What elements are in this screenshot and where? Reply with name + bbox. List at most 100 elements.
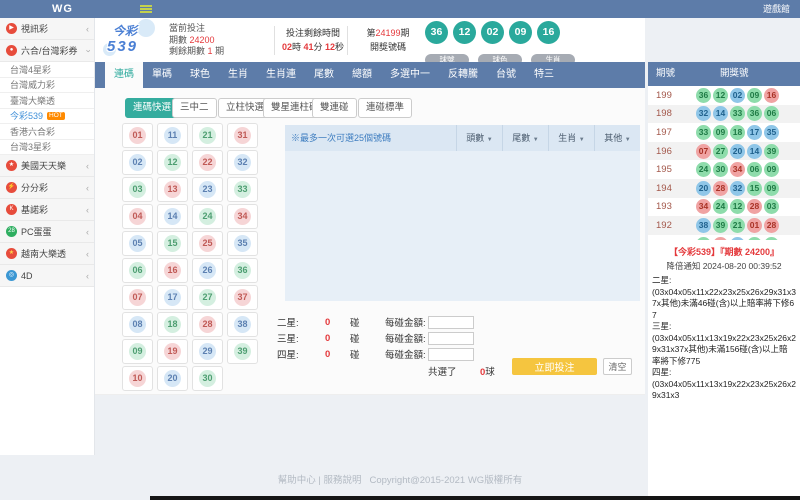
number-cell-35[interactable]: 35 bbox=[227, 231, 258, 256]
result-period: 198 bbox=[656, 108, 696, 119]
amount-input-0[interactable] bbox=[428, 316, 474, 329]
number-cell-38[interactable]: 38 bbox=[227, 312, 258, 337]
play-circle-icon: ▶ bbox=[6, 23, 17, 34]
bet-row-count: 0 bbox=[325, 317, 350, 328]
number-cell-36[interactable]: 36 bbox=[227, 258, 258, 283]
number-cell-15[interactable]: 15 bbox=[157, 231, 188, 256]
result-ball: 24 bbox=[713, 199, 728, 214]
hamburger-menu-icon[interactable] bbox=[140, 5, 152, 13]
number-cell-17[interactable]: 17 bbox=[157, 285, 188, 310]
number-cell-30[interactable]: 30 bbox=[192, 366, 223, 391]
number-cell-37[interactable]: 37 bbox=[227, 285, 258, 310]
sidebar-item-11[interactable]: 28PC蛋蛋‹ bbox=[0, 221, 94, 243]
sidebar-subitem-5[interactable]: 今彩539HOT bbox=[0, 109, 94, 125]
game-header: 今彩 539 當前投注 期數 24200 剩餘期數 1 期 投注剩餘時間 02時… bbox=[95, 18, 645, 62]
number-cell-03[interactable]: 03 bbox=[122, 177, 153, 202]
number-cell-01[interactable]: 01 bbox=[122, 123, 153, 148]
number-cell-04[interactable]: 04 bbox=[122, 204, 153, 229]
number-cell-22[interactable]: 22 bbox=[192, 150, 223, 175]
amount-input-2[interactable] bbox=[428, 348, 474, 361]
quick-select-0[interactable]: 連碼快選 bbox=[125, 98, 179, 118]
logo-text-1: 今彩 bbox=[113, 22, 163, 39]
number-cell-29[interactable]: 29 bbox=[192, 339, 223, 364]
footer-copyright: Copyright@2015-2021 WG版權所有 bbox=[369, 475, 522, 486]
chevron-down-icon: ▼ bbox=[579, 137, 585, 143]
sidebar-subitem-6[interactable]: 香港六合彩 bbox=[0, 124, 94, 140]
number-cell-25[interactable]: 25 bbox=[192, 231, 223, 256]
number-cell-32[interactable]: 32 bbox=[227, 150, 258, 175]
number-cell-16[interactable]: 16 bbox=[157, 258, 188, 283]
dropdown-3[interactable]: 其他 ▼ bbox=[594, 125, 640, 151]
tab-4[interactable]: 生肖連 bbox=[257, 62, 305, 88]
sidebar-item-9[interactable]: ⚡分分彩‹ bbox=[0, 177, 94, 199]
number-cell-28[interactable]: 28 bbox=[192, 312, 223, 337]
result-ball: 35 bbox=[764, 125, 779, 140]
number-cell-33[interactable]: 33 bbox=[227, 177, 258, 202]
number-cell-06[interactable]: 06 bbox=[122, 258, 153, 283]
dropdown-label: 尾數 bbox=[512, 133, 533, 143]
tab-9[interactable]: 台號 bbox=[487, 62, 525, 88]
number-cell-02[interactable]: 02 bbox=[122, 150, 153, 175]
winning-ball: 12 bbox=[453, 21, 476, 44]
place-bet-button[interactable]: 立即投注 bbox=[512, 358, 597, 375]
number-cell-19[interactable]: 19 bbox=[157, 339, 188, 364]
sidebar-item-10[interactable]: K基諾彩‹ bbox=[0, 199, 94, 221]
dropdown-0[interactable]: 頭數 ▼ bbox=[456, 125, 502, 151]
sidebar-item-1[interactable]: ●六合/台灣彩券‹ bbox=[0, 40, 94, 62]
sidebar-subitem-4[interactable]: 臺灣大樂透 bbox=[0, 93, 94, 109]
tab-1[interactable]: 單碼 bbox=[143, 62, 181, 88]
number-cell-13[interactable]: 13 bbox=[157, 177, 188, 202]
number-cell-34[interactable]: 34 bbox=[227, 204, 258, 229]
sidebar-item-12[interactable]: ★越南大樂透‹ bbox=[0, 243, 94, 265]
tab-10[interactable]: 特三 bbox=[525, 62, 563, 88]
sidebar-subitem-3[interactable]: 台灣威力彩 bbox=[0, 78, 94, 94]
quick-select-4[interactable]: 雙連碰 bbox=[312, 98, 357, 118]
result-ball: 16 bbox=[764, 88, 779, 103]
tab-6[interactable]: 總額 bbox=[343, 62, 381, 88]
number-cell-08[interactable]: 08 bbox=[122, 312, 153, 337]
game-hall-link[interactable]: 遊戲館 bbox=[763, 0, 790, 18]
number-cell-12[interactable]: 12 bbox=[157, 150, 188, 175]
result-period: 196 bbox=[656, 146, 696, 157]
sidebar-item-0[interactable]: ▶視訊彩‹ bbox=[0, 18, 94, 40]
number-cell-21[interactable]: 21 bbox=[192, 123, 223, 148]
dropdown-2[interactable]: 生肖 ▼ bbox=[548, 125, 594, 151]
number-cell-09[interactable]: 09 bbox=[122, 339, 153, 364]
number-cell-39[interactable]: 39 bbox=[227, 339, 258, 364]
bet-row-2: 四星:0碰每碰金額: bbox=[277, 346, 507, 362]
tab-2[interactable]: 球色 bbox=[181, 62, 219, 88]
sidebar-item-8[interactable]: ★美國天天樂‹ bbox=[0, 155, 94, 177]
tab-7[interactable]: 多選中一 bbox=[381, 62, 439, 88]
number-cell-11[interactable]: 11 bbox=[157, 123, 188, 148]
tab-0[interactable]: 連碼 bbox=[105, 62, 143, 88]
winning-ball: 09 bbox=[509, 21, 532, 44]
tab-3[interactable]: 生肖 bbox=[219, 62, 257, 88]
quick-select-5[interactable]: 連碰標準 bbox=[358, 98, 412, 118]
number-ball: 31 bbox=[234, 127, 251, 144]
tab-5[interactable]: 尾數 bbox=[305, 62, 343, 88]
dropdown-1[interactable]: 尾數 ▼ bbox=[502, 125, 548, 151]
divider bbox=[274, 26, 275, 55]
sidebar-subitem-7[interactable]: 台灣3星彩 bbox=[0, 140, 94, 156]
number-cell-27[interactable]: 27 bbox=[192, 285, 223, 310]
footer-links[interactable]: 幫助中心 | 服務說明 bbox=[278, 475, 362, 486]
tab-8[interactable]: 反轉騰 bbox=[439, 62, 487, 88]
number-cell-18[interactable]: 18 bbox=[157, 312, 188, 337]
sidebar-item-13[interactable]: ◎4D‹ bbox=[0, 265, 94, 287]
amount-input-1[interactable] bbox=[428, 332, 474, 345]
number-cell-26[interactable]: 26 bbox=[192, 258, 223, 283]
number-cell-05[interactable]: 05 bbox=[122, 231, 153, 256]
result-ball: 34 bbox=[730, 162, 745, 177]
number-cell-31[interactable]: 31 bbox=[227, 123, 258, 148]
number-cell-24[interactable]: 24 bbox=[192, 204, 223, 229]
number-ball: 24 bbox=[199, 208, 216, 225]
number-cell-20[interactable]: 20 bbox=[157, 366, 188, 391]
number-cell-10[interactable]: 10 bbox=[122, 366, 153, 391]
bet-row-label: 二星: bbox=[277, 315, 325, 329]
number-cell-07[interactable]: 07 bbox=[122, 285, 153, 310]
number-cell-23[interactable]: 23 bbox=[192, 177, 223, 202]
sidebar-subitem-2[interactable]: 台灣4星彩 bbox=[0, 62, 94, 78]
clear-button[interactable]: 清空 bbox=[603, 358, 632, 375]
number-cell-14[interactable]: 14 bbox=[157, 204, 188, 229]
quick-select-1[interactable]: 三中二 bbox=[172, 98, 217, 118]
